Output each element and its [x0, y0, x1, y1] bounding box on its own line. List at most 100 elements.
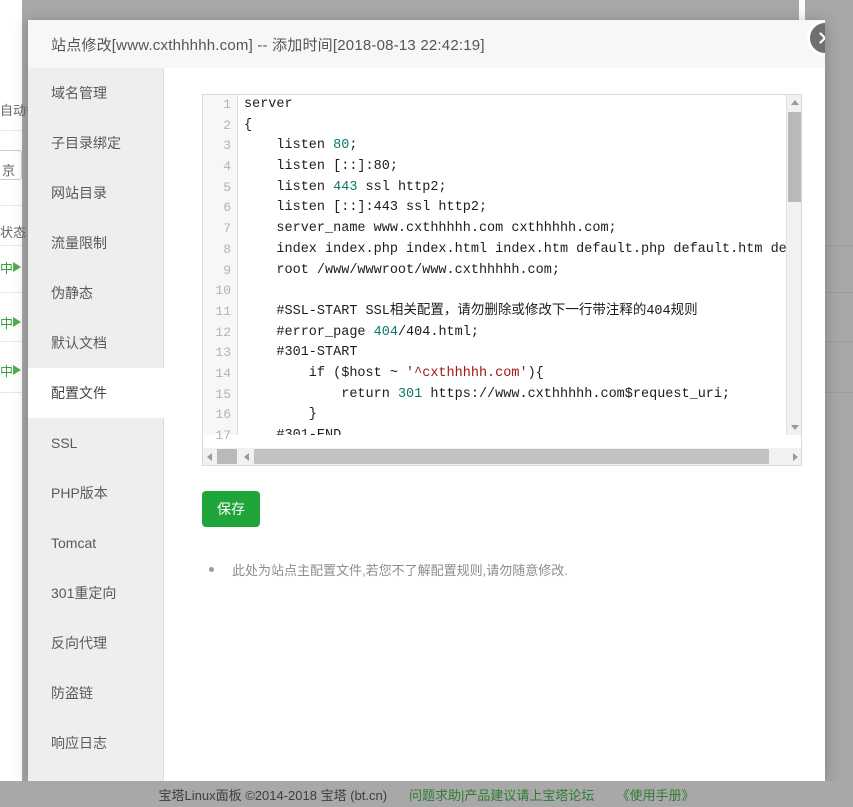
code-token: server_name www.cxthhhhh.com cxthhhhh.co… — [244, 221, 617, 237]
background-text-fragment: 京 — [2, 163, 16, 178]
code-token: #301-END — [244, 428, 341, 435]
editor-horizontal-scrollbars[interactable] — [203, 448, 801, 465]
code-line: listen [::]:80; — [239, 157, 801, 178]
sidebar-item-13[interactable]: 响应日志 — [28, 718, 163, 768]
sidebar-item-label: 反向代理 — [51, 635, 107, 651]
sidebar-item-11[interactable]: 反向代理 — [28, 618, 163, 668]
background-row-divider — [0, 205, 22, 206]
close-icon — [819, 32, 825, 44]
dialog-sidebar: 域名管理子目录绑定网站目录流量限制伪静态默认文档配置文件 SSL PHP版本 Tomc… — [28, 68, 164, 781]
background-row-divider — [0, 392, 22, 393]
vertical-scrollbar-thumb[interactable] — [788, 112, 801, 202]
sidebar-item-label: PHP版本 — [51, 485, 108, 501]
sidebar-item-0[interactable]: 域名管理 — [28, 68, 163, 118]
play-icon — [13, 317, 21, 327]
sidebar-item-label: 响应日志 — [51, 735, 107, 751]
footer-manual-link[interactable]: 《使用手册》 — [616, 785, 694, 804]
sidebar-item-label: 流量限制 — [51, 235, 107, 251]
gutter-scrollbar-thumb[interactable] — [217, 449, 237, 464]
line-number: 1 — [223, 97, 231, 112]
dialog-title: 站点修改[www.cxthhhhh.com] -- 添加时间[2018-08-1… — [28, 20, 825, 68]
background-row-divider — [0, 341, 22, 342]
sidebar-item-9[interactable]: Tomcat — [28, 518, 163, 568]
save-button[interactable]: 保存 — [202, 491, 260, 527]
site-modify-dialog: 站点修改[www.cxthhhhh.com] -- 添加时间[2018-08-1… — [28, 20, 825, 781]
sidebar-item-label: Tomcat — [51, 535, 97, 551]
sidebar-item-label: 配置文件 — [51, 385, 107, 401]
line-number: 11 — [215, 303, 231, 319]
note-text: 此处为站点主配置文件,若您不了解配置规则,请勿随意修改. — [232, 563, 568, 578]
code-line: server — [239, 95, 801, 116]
background-left-panel — [0, 0, 22, 807]
config-file-editor[interactable]: 1 2 3 4 5 6 7 8 9 10 11 12 13 14 15 16 17 server{ listen… — [202, 94, 802, 466]
code-text-area[interactable]: server{ listen 80; listen [::]:80; liste… — [239, 95, 801, 435]
scroll-right-icon[interactable] — [788, 448, 801, 465]
code-token: 301 — [397, 386, 423, 402]
background-text-fragment: 中 — [0, 364, 14, 379]
line-number: 5 — [223, 179, 231, 195]
play-icon — [13, 262, 21, 272]
editor-vertical-scrollbar[interactable] — [786, 95, 801, 435]
code-line: } — [239, 405, 801, 426]
dialog-content: 1 2 3 4 5 6 7 8 9 10 11 12 13 14 15 16 17 server{ listen… — [165, 68, 825, 781]
footer-copyright: 宝塔Linux面板 ©2014-2018 宝塔 (bt.cn) — [158, 787, 388, 803]
scroll-down-icon[interactable] — [787, 420, 801, 435]
code-token: ssl http2; — [357, 179, 447, 195]
scroll-left-icon[interactable] — [239, 448, 254, 465]
horizontal-scrollbar-thumb[interactable] — [254, 449, 769, 464]
code-token: } — [244, 407, 317, 423]
sidebar-item-8[interactable]: PHP版本 — [28, 468, 163, 518]
line-number: 3 — [223, 138, 231, 154]
code-token: /404.html; — [397, 324, 479, 340]
sidebar-item-label: 域名管理 — [51, 85, 107, 101]
scroll-left-icon[interactable] — [203, 448, 216, 465]
sidebar-item-12[interactable]: 防盗链 — [28, 668, 163, 718]
code-line: if ($host ~ '^cxthhhhh.com'){ — [239, 364, 801, 385]
play-icon — [13, 365, 21, 375]
bullet-icon — [209, 567, 214, 572]
line-number: 13 — [215, 345, 231, 361]
sidebar-item-10[interactable]: 301重定向 — [28, 568, 163, 618]
code-token: root /www/wwwroot/www.cxthhhhh.com; — [244, 262, 560, 278]
line-number: 17 — [215, 428, 231, 443]
sidebar-item-6[interactable]: 配置文件 — [28, 368, 164, 418]
sidebar-item-1[interactable]: 子目录绑定 — [28, 118, 163, 168]
code-horizontal-scrollbar[interactable] — [239, 448, 801, 465]
line-number-gutter: 1 2 3 4 5 6 7 8 9 10 11 12 13 14 15 16 17 — [203, 95, 238, 443]
sidebar-item-label: 防盗链 — [51, 685, 93, 701]
code-token: #error_page — [244, 324, 374, 340]
sidebar-item-7[interactable]: SSL — [28, 418, 163, 468]
line-number: 2 — [223, 117, 231, 133]
background-text-fragment: 中 — [0, 261, 14, 276]
code-line: server_name www.cxthhhhh.com cxthhhhh.co… — [239, 219, 801, 240]
gutter-horizontal-scrollbar[interactable] — [203, 448, 239, 465]
sidebar-item-label: 默认文档 — [51, 335, 107, 351]
line-number: 12 — [215, 324, 231, 340]
sidebar-item-5[interactable]: 默认文档 — [28, 318, 163, 368]
background-row-divider — [0, 292, 22, 293]
scroll-up-icon[interactable] — [787, 95, 801, 110]
code-line: index index.php index.html index.htm def… — [239, 240, 801, 261]
code-token: #301-START — [244, 345, 358, 361]
line-number: 16 — [215, 407, 231, 423]
sidebar-item-label: 子目录绑定 — [51, 135, 121, 151]
background-row-divider — [0, 245, 22, 246]
sidebar-item-3[interactable]: 流量限制 — [28, 218, 163, 268]
code-line: listen 443 ssl http2; — [239, 178, 801, 199]
code-token: 404 — [373, 324, 398, 340]
code-token: '^cxthhhhh.com' — [406, 365, 528, 381]
code-line: listen 80; — [239, 136, 801, 157]
page-footer: 宝塔Linux面板 ©2014-2018 宝塔 (bt.cn) 问题求助|产品建… — [0, 781, 853, 807]
code-token: ){ — [527, 365, 544, 381]
code-line: #error_page 404/404.html; — [239, 323, 801, 344]
line-number: 4 — [223, 159, 231, 175]
footer-forum-link[interactable]: 问题求助|产品建议请上宝塔论坛 — [409, 785, 594, 804]
code-line: #301-END — [239, 426, 801, 435]
line-number: 8 — [223, 241, 231, 257]
code-line: root /www/wwwroot/www.cxthhhhh.com; — [239, 261, 801, 282]
sidebar-item-2[interactable]: 网站目录 — [28, 168, 163, 218]
sidebar-item-label: 网站目录 — [51, 185, 107, 201]
sidebar-item-4[interactable]: 伪静态 — [28, 268, 163, 318]
code-token: server — [244, 97, 293, 112]
